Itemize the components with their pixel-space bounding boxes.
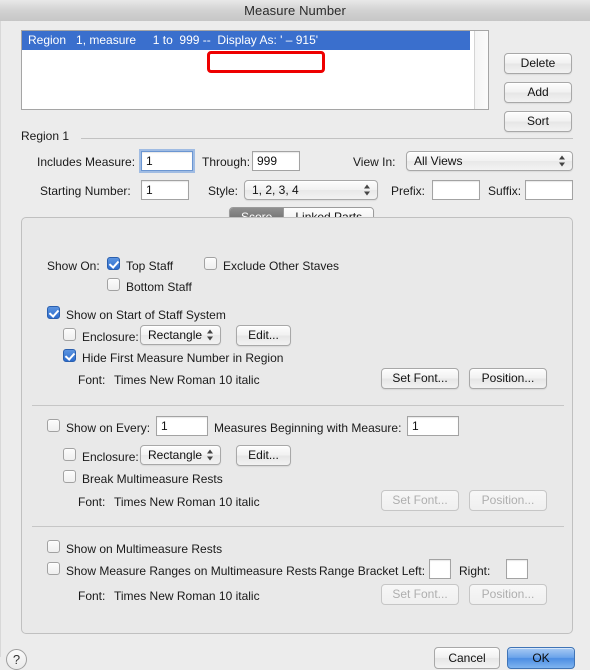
region-group-title: Region 1 <box>21 129 70 143</box>
font-value-start: Times New Roman 10 italic <box>114 373 260 387</box>
show-on-label: Show On: <box>47 259 100 273</box>
section-divider-1 <box>32 405 564 406</box>
checkbox-exclude-other-staves[interactable] <box>204 257 217 270</box>
starting-number-label: Starting Number: <box>40 184 131 198</box>
checkbox-top-staff[interactable] <box>107 257 120 270</box>
font-label-every: Font: <box>78 495 106 509</box>
delete-button[interactable]: Delete <box>504 53 572 74</box>
range-bracket-left-input[interactable] <box>429 559 451 579</box>
enclosure-every-value: Rectangle <box>148 448 203 462</box>
includes-measure-label: Includes Measure: <box>37 155 136 169</box>
edit-enclosure-start-button[interactable]: Edit... <box>236 325 291 346</box>
through-label: Through: <box>202 155 251 169</box>
range-bracket-right-input[interactable] <box>506 559 528 579</box>
top-staff-label: Top Staff <box>126 259 174 273</box>
chevron-updown-icon <box>207 449 214 462</box>
measures-beginning-label: Measures Beginning with Measure: <box>214 421 402 435</box>
section-divider-2 <box>32 526 564 527</box>
checkbox-enclosure-start[interactable] <box>63 328 76 341</box>
list-item[interactable]: Region 1, measure 1 to 999 -- Display As… <box>22 31 470 50</box>
set-font-start-button[interactable]: Set Font... <box>381 368 459 389</box>
position-every-button[interactable]: Position... <box>469 490 547 511</box>
font-label-start: Font: <box>78 373 106 387</box>
view-in-select[interactable]: All Views <box>406 151 573 171</box>
window-title: Measure Number <box>244 3 346 18</box>
break-multimeasure-rests-label: Break Multimeasure Rests <box>82 472 223 486</box>
checkbox-enclosure-every[interactable] <box>63 448 76 461</box>
checkbox-show-on-every[interactable] <box>47 419 60 432</box>
ok-button[interactable]: OK <box>507 647 575 669</box>
view-in-label: View In: <box>353 155 396 169</box>
chevron-updown-icon <box>207 329 214 342</box>
measure-number-dialog: Measure Number Region 1, measure 1 to 99… <box>0 0 590 670</box>
region-list[interactable]: Region 1, measure 1 to 999 -- Display As… <box>21 30 489 110</box>
edit-enclosure-every-button[interactable]: Edit... <box>236 445 291 466</box>
add-button[interactable]: Add <box>504 82 572 103</box>
list-action-buttons: Delete Add Sort <box>504 53 574 140</box>
show-measure-ranges-label: Show Measure Ranges on Multimeasure Rest… <box>66 564 317 578</box>
font-label-multimeasure: Font: <box>78 589 106 603</box>
tab-panel: Show On: Top Staff Exclude Other Staves … <box>21 217 573 634</box>
checkbox-show-on-multimeasure-rests[interactable] <box>47 540 60 553</box>
checkbox-hide-first-measure-number[interactable] <box>63 349 76 362</box>
position-multimeasure-button[interactable]: Position... <box>469 584 547 605</box>
cancel-button[interactable]: Cancel <box>434 647 500 669</box>
list-scrollbar[interactable] <box>474 31 488 109</box>
chevron-updown-icon <box>559 155 566 168</box>
show-on-every-input[interactable]: 1 <box>156 416 208 436</box>
view-in-value: All Views <box>414 154 463 168</box>
prefix-input[interactable] <box>432 180 480 200</box>
style-select[interactable]: 1, 2, 3, 4 <box>244 180 378 200</box>
checkbox-show-measure-ranges[interactable] <box>47 562 60 575</box>
through-input[interactable]: 999 <box>252 151 300 171</box>
chevron-updown-icon <box>364 184 371 197</box>
set-font-multimeasure-button[interactable]: Set Font... <box>381 584 459 605</box>
bottom-staff-label: Bottom Staff <box>126 280 192 294</box>
hide-first-measure-number-label: Hide First Measure Number in Region <box>82 351 284 365</box>
set-font-every-button[interactable]: Set Font... <box>381 490 459 511</box>
region-group-divider <box>81 138 573 139</box>
font-value-multimeasure: Times New Roman 10 italic <box>114 589 260 603</box>
style-value: 1, 2, 3, 4 <box>252 183 299 197</box>
enclosure-every-select[interactable]: Rectangle <box>140 445 221 465</box>
enclosure-every-label: Enclosure: <box>82 450 139 464</box>
suffix-input[interactable] <box>525 180 573 200</box>
range-bracket-right-label: Right: <box>459 564 491 578</box>
includes-measure-input[interactable]: 1 <box>139 149 195 173</box>
enclosure-start-select[interactable]: Rectangle <box>140 325 221 345</box>
prefix-label: Prefix: <box>391 184 426 198</box>
font-value-every: Times New Roman 10 italic <box>114 495 260 509</box>
starting-number-input[interactable]: 1 <box>141 180 189 200</box>
help-button[interactable]: ? <box>6 649 27 670</box>
show-on-every-label: Show on Every: <box>66 421 151 435</box>
suffix-label: Suffix: <box>488 184 522 198</box>
show-on-start-label: Show on Start of Staff System <box>66 308 226 322</box>
exclude-other-staves-label: Exclude Other Staves <box>223 259 340 273</box>
range-bracket-left-label: Range Bracket Left: <box>319 564 426 578</box>
checkbox-break-multimeasure-rests[interactable] <box>63 470 76 483</box>
enclosure-start-value: Rectangle <box>148 328 203 342</box>
checkbox-show-on-start-of-staff-system[interactable] <box>47 306 60 319</box>
show-on-multimeasure-rests-label: Show on Multimeasure Rests <box>66 542 223 556</box>
position-start-button[interactable]: Position... <box>469 368 547 389</box>
measures-beginning-input[interactable]: 1 <box>407 416 459 436</box>
title-bar: Measure Number <box>0 0 590 22</box>
style-label: Style: <box>208 184 239 198</box>
dialog-content: Region 1, measure 1 to 999 -- Display As… <box>0 21 590 670</box>
sort-button[interactable]: Sort <box>504 111 572 132</box>
checkbox-bottom-staff[interactable] <box>107 278 120 291</box>
enclosure-start-label: Enclosure: <box>82 330 139 344</box>
